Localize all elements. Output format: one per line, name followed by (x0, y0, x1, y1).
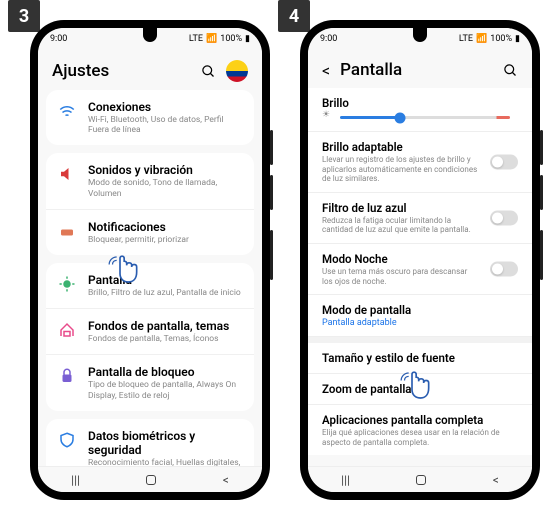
status-battery: 100% (220, 34, 242, 44)
nav-bar: ||| < (308, 466, 532, 492)
sound-icon (58, 165, 76, 183)
toggle-switch[interactable] (490, 210, 518, 225)
app-header: < Pantalla (308, 50, 532, 88)
nav-back[interactable]: < (493, 473, 499, 487)
signal-icon: 📶 (206, 34, 217, 44)
row-tamano-fuente[interactable]: Tamaño y estilo de fuente (308, 343, 532, 374)
nav-recent[interactable]: ||| (71, 473, 80, 487)
row-modo-pantalla[interactable]: Modo de pantalla Pantalla adaptable (308, 295, 532, 337)
step-badge-3: 3 (8, 0, 40, 32)
settings-row-biometricos[interactable]: Datos biométricos y seguridadReconocimie… (46, 419, 254, 466)
shield-icon (58, 431, 76, 449)
themes-icon (58, 321, 76, 339)
row-title: Tamaño y estilo de fuente (322, 351, 518, 365)
notification-icon (58, 222, 76, 240)
row-title: Conexiones (88, 100, 242, 114)
battery-icon: ▮ (515, 34, 520, 44)
row-sub: Bloquear, permitir, priorizar (88, 235, 242, 245)
toggle-switch[interactable] (490, 262, 518, 277)
signal-icon: 📶 (476, 34, 487, 44)
row-title: Notificaciones (88, 220, 242, 234)
settings-row-bloqueo[interactable]: Pantalla de bloqueoTipo de bloqueo de pa… (46, 355, 254, 410)
country-flag-icon[interactable] (226, 60, 248, 82)
row-link[interactable]: Pantalla adaptable (322, 318, 518, 328)
settings-row-fondos[interactable]: Fondos de pantalla, temasFondos de panta… (46, 309, 254, 355)
row-zoom-pantalla[interactable]: Zoom de pantalla (308, 374, 532, 405)
row-title: Fondos de pantalla, temas (88, 319, 242, 333)
nav-bar: ||| < (38, 466, 262, 492)
page-title: Pantalla (340, 60, 495, 80)
settings-row-pantalla[interactable]: PantallaBrillo, Filtro de luz azul, Pant… (46, 263, 254, 309)
search-icon[interactable] (201, 64, 216, 79)
row-title: Aplicaciones pantalla completa (322, 413, 518, 427)
search-icon[interactable] (503, 63, 518, 78)
brightness-slider[interactable] (340, 116, 510, 119)
row-sub: Wi-Fi, Bluetooth, Uso de datos, Perfil F… (88, 115, 242, 135)
settings-row-conexiones[interactable]: ConexionesWi-Fi, Bluetooth, Uso de datos… (46, 90, 254, 145)
row-title: Filtro de luz azul (322, 201, 518, 215)
nav-home[interactable] (416, 475, 426, 485)
row-sub: Fondos de pantalla, Temas, Íconos (88, 334, 242, 344)
row-title: Pantalla de bloqueo (88, 365, 242, 379)
step-badge-4: 4 (278, 0, 310, 32)
app-header: Ajustes (38, 50, 262, 90)
brightness-section: Brillo ☀ (308, 88, 532, 132)
row-sub: Reduzca la fatiga ocular limitando la ca… (322, 216, 518, 235)
status-time: 9:00 (320, 34, 337, 44)
status-network: LTE (189, 34, 203, 44)
row-title: Brillo adaptable (322, 140, 518, 154)
row-title: Pantalla (88, 273, 242, 287)
back-button[interactable]: < (322, 61, 330, 80)
row-title: Zoom de pantalla (322, 382, 518, 396)
status-battery: 100% (490, 34, 512, 44)
notch (413, 28, 427, 42)
battery-icon: ▮ (245, 34, 250, 44)
status-time: 9:00 (50, 34, 67, 44)
row-sub: Elija qué aplicaciones desea usar en la … (322, 428, 518, 447)
row-sub: Brillo, Filtro de luz azul, Pantalla de … (88, 288, 242, 298)
brightness-label: Brillo (322, 96, 518, 110)
row-apps-pantalla-completa[interactable]: Aplicaciones pantalla completa Elija qué… (308, 405, 532, 455)
page-title: Ajustes (52, 61, 193, 81)
row-filtro-luz-azul[interactable]: Filtro de luz azul Reduzca la fatiga ocu… (308, 193, 532, 244)
row-title: Modo de pantalla (322, 303, 518, 317)
row-sub: Tipo de bloqueo de pantalla, Always On D… (88, 380, 242, 400)
wifi-icon (58, 102, 76, 120)
row-sub: Modo de sonido, Tono de llamada, Volumen (88, 178, 242, 198)
row-sub: Reconocimiento facial, Huellas digitales… (88, 458, 242, 466)
settings-row-sonidos[interactable]: Sonidos y vibraciónModo de sonido, Tono … (46, 153, 254, 209)
row-modo-noche[interactable]: Modo Noche Use un tema más oscuro para d… (308, 244, 532, 295)
phone-frame-1: 9:00 LTE 📶 100% ▮ Ajustes ConexionesWi-F… (30, 20, 270, 500)
nav-back[interactable]: < (223, 473, 229, 487)
settings-row-notificaciones[interactable]: NotificacionesBloquear, permitir, priori… (46, 210, 254, 255)
row-sub: Llevar un registro de los ajustes de bri… (322, 155, 518, 184)
row-title: Datos biométricos y seguridad (88, 429, 242, 457)
phone-frame-2: 9:00 LTE 📶 100% ▮ < Pantalla Brillo ☀ Br… (300, 20, 540, 500)
row-title: Sonidos y vibración (88, 163, 242, 177)
row-brillo-adaptable[interactable]: Brillo adaptable Llevar un registro de l… (308, 132, 532, 193)
notch (143, 28, 157, 42)
row-sub: Use un tema más oscuro para descansar lo… (322, 267, 518, 286)
display-icon (58, 275, 76, 293)
status-network: LTE (459, 34, 473, 44)
sun-icon: ☀ (322, 110, 330, 120)
nav-home[interactable] (146, 475, 156, 485)
row-title: Modo Noche (322, 252, 518, 266)
nav-recent[interactable]: ||| (341, 473, 350, 487)
toggle-switch[interactable] (490, 154, 518, 169)
lock-icon (58, 367, 76, 385)
